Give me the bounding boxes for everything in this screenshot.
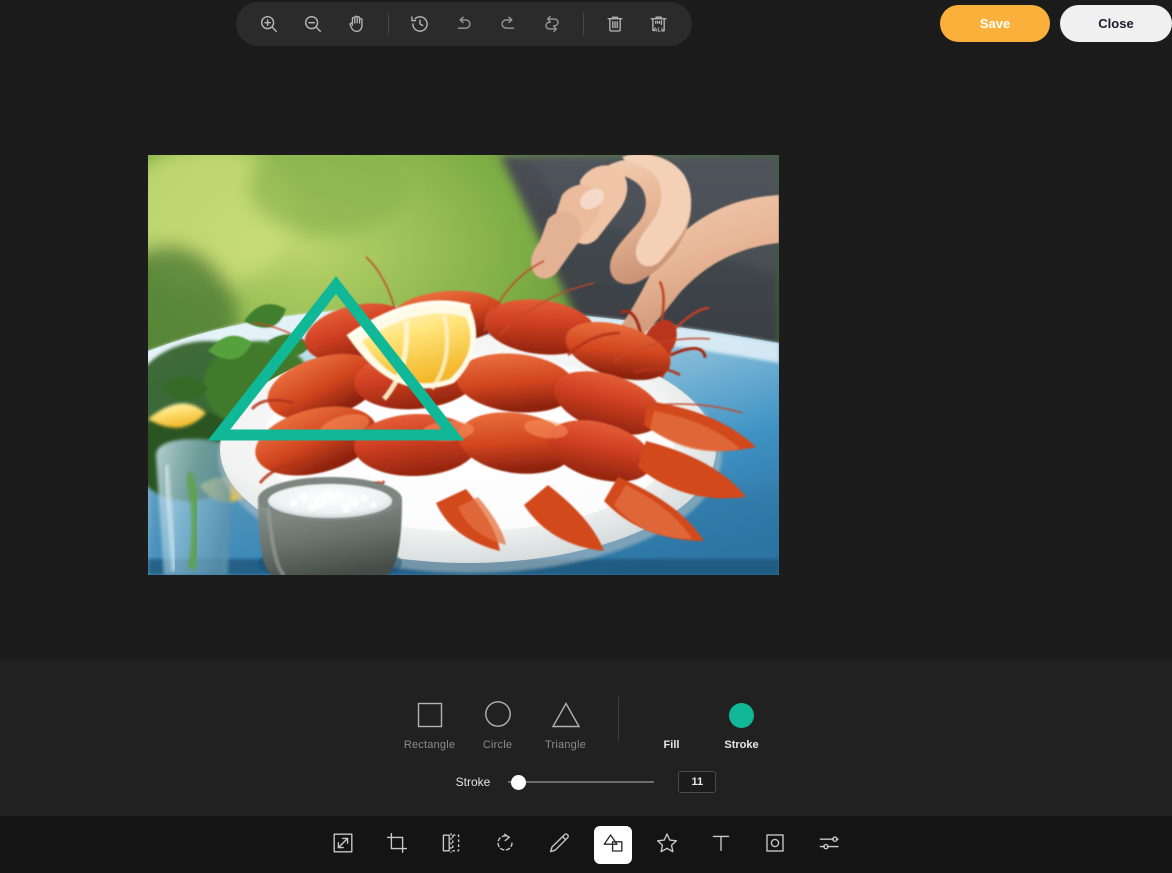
shape-option-triangle-label: Triangle — [545, 739, 586, 751]
history-icon — [409, 13, 431, 35]
redo-icon — [497, 13, 519, 35]
text-tool-button[interactable] — [702, 826, 740, 864]
delete-all-icon: ALL — [647, 12, 671, 36]
filters-icon — [817, 831, 841, 858]
history-button[interactable] — [398, 4, 442, 44]
stroke-swatch — [729, 702, 754, 728]
svg-text:ALL: ALL — [653, 28, 665, 34]
zoom-in-button[interactable] — [247, 4, 291, 44]
toolbar-divider-2 — [583, 13, 584, 35]
delete-all-button[interactable]: ALL — [637, 4, 681, 44]
edited-image[interactable] — [148, 155, 779, 575]
resize-tool-button[interactable] — [324, 826, 362, 864]
toolbar-divider-1 — [388, 13, 389, 35]
canvas-tool-pill: ALL — [236, 2, 692, 46]
triangle-icon — [550, 697, 582, 733]
delete-button[interactable] — [593, 4, 637, 44]
rotate-icon — [493, 831, 517, 858]
shape-option-circle[interactable]: Circle — [470, 697, 526, 751]
shape-options-panel: Rectangle Circle Triangle Fill Stroke St… — [0, 661, 1172, 816]
top-toolbar: ALL Save Close — [0, 0, 1172, 48]
shapes-icon — [601, 831, 625, 858]
sticker-icon — [655, 831, 679, 858]
slider-track — [508, 781, 655, 783]
rectangle-icon — [415, 697, 445, 733]
fill-label: Fill — [663, 739, 680, 751]
stroke-width-label: Stroke — [455, 775, 491, 789]
sticker-tool-button[interactable] — [648, 826, 686, 864]
filters-tool-button[interactable] — [810, 826, 848, 864]
undo-icon — [453, 13, 475, 35]
stroke-swatch-slot — [729, 697, 754, 733]
resize-icon — [331, 831, 355, 858]
shape-option-rectangle-label: Rectangle — [403, 739, 456, 751]
delete-icon — [604, 13, 626, 35]
shape-option-circle-label: Circle — [482, 739, 513, 751]
frame-tool-button[interactable] — [756, 826, 794, 864]
slider-thumb[interactable] — [511, 774, 527, 790]
image-editor-app: ALL Save Close Rectangle Circle Triangle… — [0, 0, 1172, 873]
crop-icon — [385, 831, 409, 858]
text-icon — [709, 831, 733, 858]
flip-tool-button[interactable] — [432, 826, 470, 864]
stroke-width-row: Stroke 11 — [0, 771, 1172, 793]
shape-option-rectangle[interactable]: Rectangle — [402, 697, 458, 751]
shapes-tool-button[interactable] — [594, 825, 632, 864]
reset-icon — [541, 13, 563, 35]
redo-button[interactable] — [486, 4, 530, 44]
save-button[interactable]: Save — [940, 5, 1050, 42]
options-divider — [617, 697, 619, 741]
crop-tool-button[interactable] — [378, 826, 416, 864]
canvas-area[interactable] — [0, 48, 1172, 661]
bottom-toolbar — [0, 816, 1172, 873]
zoom-out-button[interactable] — [291, 4, 335, 44]
photo-content — [148, 155, 779, 575]
close-button[interactable]: Close — [1060, 5, 1172, 42]
circle-icon — [482, 697, 514, 733]
undo-button[interactable] — [442, 4, 486, 44]
zoom-in-icon — [258, 13, 280, 35]
fill-swatch-slot — [659, 697, 684, 733]
shape-option-triangle[interactable]: Triangle — [538, 697, 594, 751]
stroke-color-picker[interactable]: Stroke — [711, 697, 773, 751]
stroke-color-label: Stroke — [724, 739, 759, 751]
reset-button[interactable] — [530, 4, 574, 44]
hand-pan-icon — [346, 13, 368, 35]
stroke-width-slider[interactable] — [508, 774, 655, 790]
frame-icon — [763, 831, 787, 858]
draw-icon — [547, 831, 571, 858]
pan-button[interactable] — [335, 4, 379, 44]
draw-tool-button[interactable] — [540, 826, 578, 864]
flip-icon — [439, 831, 463, 858]
fill-swatch — [659, 703, 684, 728]
zoom-out-icon — [302, 13, 324, 35]
shape-picker-row: Rectangle Circle Triangle Fill Stroke — [0, 697, 1172, 751]
fill-color-picker[interactable]: Fill — [641, 697, 703, 751]
stroke-width-value[interactable]: 11 — [678, 771, 717, 793]
rotate-tool-button[interactable] — [486, 826, 524, 864]
